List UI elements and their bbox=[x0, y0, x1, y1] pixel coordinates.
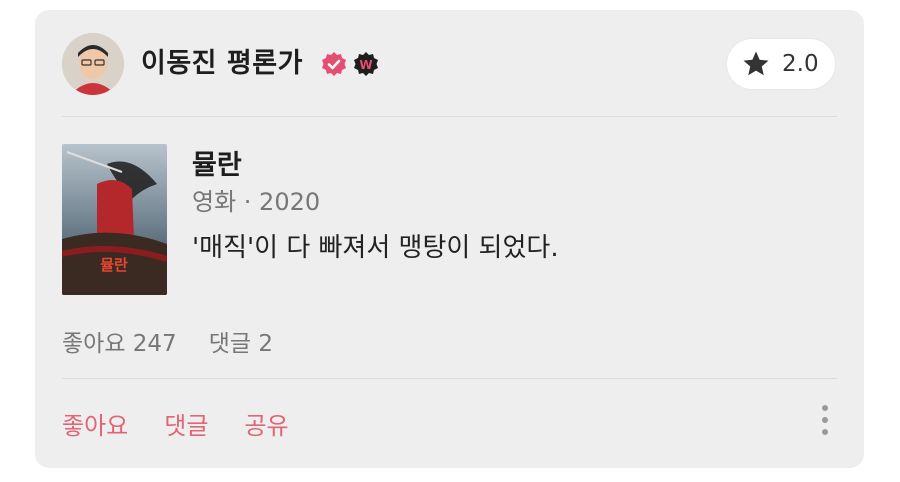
review-text[interactable]: '매직'이 다 빠져서 맹탕이 되었다. bbox=[192, 232, 559, 264]
review-card: 이동진 평론가 W 2.0 뮬란 뮬란 영화 · 2020 '매직'이 다 빠져… bbox=[35, 10, 864, 468]
watcha-badge-icon: W bbox=[354, 52, 378, 76]
divider bbox=[62, 378, 837, 379]
rating-badge: 2.0 bbox=[727, 39, 835, 89]
svg-text:W: W bbox=[359, 58, 372, 72]
share-button[interactable]: 공유 bbox=[244, 412, 288, 440]
like-count: 좋아요 247 bbox=[62, 331, 177, 357]
verified-icon bbox=[322, 52, 346, 76]
movie-title[interactable]: 뮬란 bbox=[192, 150, 242, 182]
comment-count: 댓글 2 bbox=[208, 331, 273, 357]
movie-meta: 영화 · 2020 bbox=[192, 188, 321, 216]
comment-button[interactable]: 댓글 bbox=[164, 412, 208, 440]
rating-value: 2.0 bbox=[782, 51, 819, 77]
more-options-icon[interactable] bbox=[815, 405, 835, 441]
divider bbox=[62, 116, 837, 117]
star-icon bbox=[743, 51, 769, 76]
review-stats: 좋아요 247 댓글 2 bbox=[62, 329, 305, 359]
svg-text:뮬란: 뮬란 bbox=[100, 256, 128, 274]
action-bar: 좋아요 댓글 공유 bbox=[62, 411, 325, 441]
movie-poster[interactable]: 뮬란 bbox=[62, 144, 167, 295]
like-button[interactable]: 좋아요 bbox=[62, 412, 128, 440]
author-avatar[interactable] bbox=[62, 33, 124, 95]
author-name[interactable]: 이동진 평론가 bbox=[141, 48, 303, 80]
